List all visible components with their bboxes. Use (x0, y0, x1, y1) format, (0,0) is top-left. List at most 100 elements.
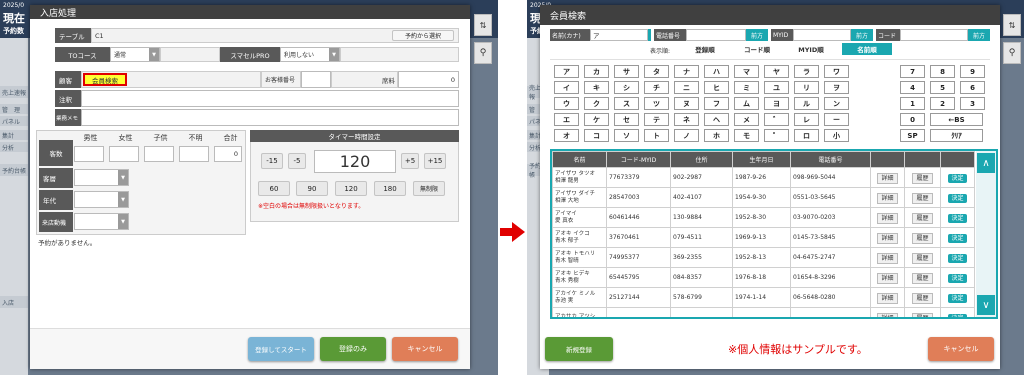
kana-key[interactable]: ミ (734, 81, 759, 94)
numeric-key[interactable]: 2 (930, 97, 955, 110)
numeric-key[interactable]: 1 (900, 97, 925, 110)
detail-button[interactable]: 詳細 (877, 253, 898, 264)
kana-key[interactable]: ユ (764, 81, 789, 94)
sidebar-item[interactable]: 分析 (0, 142, 28, 152)
kana-key[interactable]: ル (794, 97, 819, 110)
kana-key[interactable]: イ (554, 81, 579, 94)
kana-key[interactable]: リ (794, 81, 819, 94)
register-start-button[interactable]: 登録してスタート (248, 337, 314, 361)
kana-key[interactable]: ヲ (824, 81, 849, 94)
sidebar-item[interactable]: 集計 (0, 130, 28, 140)
numeric-key[interactable]: 7 (900, 65, 925, 78)
search-icon[interactable]: ⚲ (1003, 42, 1021, 64)
sidebar-item[interactable]: 予約台帳 (0, 164, 28, 176)
kana-key[interactable]: マ (734, 65, 759, 78)
sort-myid[interactable]: MYID順 (786, 43, 836, 55)
member-search-button[interactable]: 会員検索 (83, 73, 127, 86)
kana-key[interactable]: ソ (614, 129, 639, 142)
child-count-input[interactable] (144, 146, 174, 162)
kana-key[interactable]: 小 (824, 129, 849, 142)
detail-button[interactable]: 詳細 (877, 213, 898, 224)
kana-key[interactable]: ヨ (764, 97, 789, 110)
decide-button[interactable]: 決定 (948, 214, 967, 223)
numeric-key[interactable]: 8 (930, 65, 955, 78)
kana-key[interactable]: ケ (584, 113, 609, 126)
decide-button[interactable]: 決定 (948, 194, 967, 203)
timer-preset-unlimited[interactable]: 無制限 (413, 181, 445, 196)
note-input[interactable] (81, 90, 459, 107)
history-button[interactable]: 履歴 (912, 293, 933, 304)
timer-preset-90[interactable]: 90 (296, 181, 328, 196)
register-only-button[interactable]: 登録のみ (320, 337, 386, 361)
kana-key[interactable]: レ (794, 113, 819, 126)
motive-select[interactable]: ▼ (74, 213, 129, 230)
kana-key[interactable]: ク (584, 97, 609, 110)
sidebar-item[interactable]: 入店 (0, 296, 28, 308)
cancel-button[interactable]: キャンセル (928, 337, 994, 361)
kana-key[interactable]: ツ (644, 97, 669, 110)
history-button[interactable]: 履歴 (912, 193, 933, 204)
kana-key[interactable]: エ (554, 113, 579, 126)
kana-key[interactable]: ナ (674, 65, 699, 78)
sort-name[interactable]: 名前順 (842, 43, 892, 55)
numeric-key[interactable]: 0 (900, 113, 925, 126)
kana-key[interactable]: ノ (674, 129, 699, 142)
numeric-key[interactable]: 5 (930, 81, 955, 94)
male-count-input[interactable] (74, 146, 104, 162)
refresh-icon[interactable]: ⇅ (1003, 14, 1021, 36)
timer-preset-120[interactable]: 120 (335, 181, 367, 196)
detail-button[interactable]: 詳細 (877, 193, 898, 204)
kana-key[interactable]: ム (734, 97, 759, 110)
kana-key[interactable]: シ (614, 81, 639, 94)
segment-select[interactable]: ▼ (74, 169, 129, 186)
kana-key[interactable]: サ (614, 65, 639, 78)
history-button[interactable]: 履歴 (912, 273, 933, 284)
timer-minus5-button[interactable]: -5 (288, 153, 306, 169)
history-button[interactable]: 履歴 (912, 213, 933, 224)
history-button[interactable]: 履歴 (912, 233, 933, 244)
history-button[interactable]: 履歴 (912, 313, 933, 317)
sort-code[interactable]: コード順 (734, 43, 780, 55)
kana-key[interactable]: ラ (794, 65, 819, 78)
timer-plus5-button[interactable]: +5 (401, 153, 419, 169)
detail-button[interactable]: 詳細 (877, 173, 898, 184)
kana-key[interactable]: モ (734, 129, 759, 142)
decide-button[interactable]: 決定 (948, 294, 967, 303)
kana-key[interactable]: ホ (704, 129, 729, 142)
detail-button[interactable]: 詳細 (877, 233, 898, 244)
kana-key[interactable]: キ (584, 81, 609, 94)
numeric-key[interactable]: ｸﾘｱ (930, 129, 983, 142)
kana-key[interactable]: ス (614, 97, 639, 110)
table-row[interactable]: アイザワ ダイチ 相澤 大地 28547003 402-4107 1954-9-30 05… (552, 187, 975, 208)
decide-button[interactable]: 決定 (948, 234, 967, 243)
numeric-key[interactable]: 6 (960, 81, 985, 94)
history-button[interactable]: 履歴 (912, 173, 933, 184)
numeric-key[interactable]: 4 (900, 81, 925, 94)
kana-key[interactable]: ン (824, 97, 849, 110)
timer-plus15-button[interactable]: +15 (424, 153, 446, 169)
numeric-key[interactable]: ←BS (930, 113, 983, 126)
kana-key[interactable]: ヌ (674, 97, 699, 110)
age-select[interactable]: ▼ (74, 191, 129, 208)
table-row[interactable]: アオキ ヒデキ 青木 秀樹 65445795 084-8357 1976-8-18 016… (552, 267, 975, 288)
timer-minus15-button[interactable]: -15 (261, 153, 283, 169)
scroll-down-icon[interactable]: ∨ (977, 295, 995, 315)
table-row[interactable]: アイザワ タツオ 相澤 龍男 77673379 902-2987 1987-9-26 09… (552, 167, 975, 188)
kana-key[interactable]: ハ (704, 65, 729, 78)
kana-key[interactable]: ワ (824, 65, 849, 78)
unknown-count-input[interactable] (179, 146, 209, 162)
myid-forward-button[interactable]: 前方 (851, 29, 873, 41)
kana-key[interactable]: ウ (554, 97, 579, 110)
kana-key[interactable]: ヤ (764, 65, 789, 78)
new-register-button[interactable]: 新規登録 (545, 337, 613, 361)
kana-key[interactable]: メ (734, 113, 759, 126)
kana-key[interactable]: フ (704, 97, 729, 110)
phone-forward-button[interactable]: 前方 (746, 29, 768, 41)
timer-value[interactable]: 120 (314, 150, 396, 173)
refresh-icon[interactable]: ⇅ (474, 14, 492, 36)
kana-key[interactable]: ヘ (704, 113, 729, 126)
sidebar-item[interactable]: 管 理 (0, 104, 28, 114)
table-row[interactable]: アイマイ愛 真衣 60461446 130-9884 1952-8-30 03-9070… (552, 207, 975, 228)
numeric-key[interactable]: SP (900, 129, 925, 142)
cancel-button[interactable]: キャンセル (392, 337, 458, 361)
